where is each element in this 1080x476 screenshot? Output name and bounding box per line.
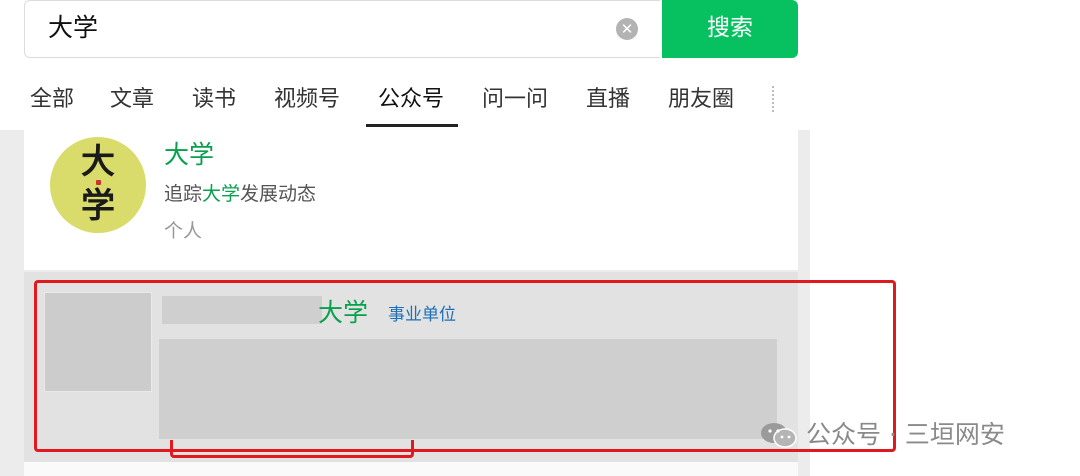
more-tabs-handle[interactable]: [772, 86, 780, 112]
search-query-text[interactable]: 大学: [48, 11, 98, 45]
account-avatar[interactable]: 大 学: [50, 137, 146, 233]
desc-prefix: 追踪: [164, 183, 203, 205]
tab-books[interactable]: 读书: [192, 84, 236, 116]
result-card[interactable]: [24, 462, 798, 476]
account-name[interactable]: 大学: [164, 139, 214, 171]
tab-moments[interactable]: 朋友圈: [668, 84, 734, 116]
tab-channels[interactable]: 视频号: [274, 84, 340, 116]
tab-ask[interactable]: 问一问: [482, 84, 548, 116]
clear-icon[interactable]: ✕: [616, 18, 638, 40]
account-type: 个人: [164, 220, 203, 242]
tab-bar: 全部 文章 读书 视频号 公众号 问一问 直播 朋友圈: [0, 76, 800, 128]
tab-live[interactable]: 直播: [586, 84, 630, 116]
avatar-glyph-top: 大: [81, 142, 115, 182]
watermark-text: 公众号 · 三垣网安: [806, 420, 1005, 449]
search-button[interactable]: 搜索: [662, 0, 798, 58]
wechat-icon: [761, 423, 797, 448]
avatar-seal: [96, 180, 101, 185]
desc-highlight: 大学: [202, 183, 241, 205]
active-tab-indicator: [366, 124, 458, 127]
account-description: 追踪大学发展动态: [164, 180, 316, 208]
tab-articles[interactable]: 文章: [110, 84, 154, 116]
desc-suffix: 发展动态: [240, 183, 317, 205]
tab-official-accounts[interactable]: 公众号: [378, 84, 444, 116]
annotation-underline: [170, 440, 414, 458]
tab-all[interactable]: 全部: [30, 84, 74, 116]
search-input[interactable]: [24, 0, 660, 58]
avatar-glyph-bottom: 学: [81, 186, 115, 226]
